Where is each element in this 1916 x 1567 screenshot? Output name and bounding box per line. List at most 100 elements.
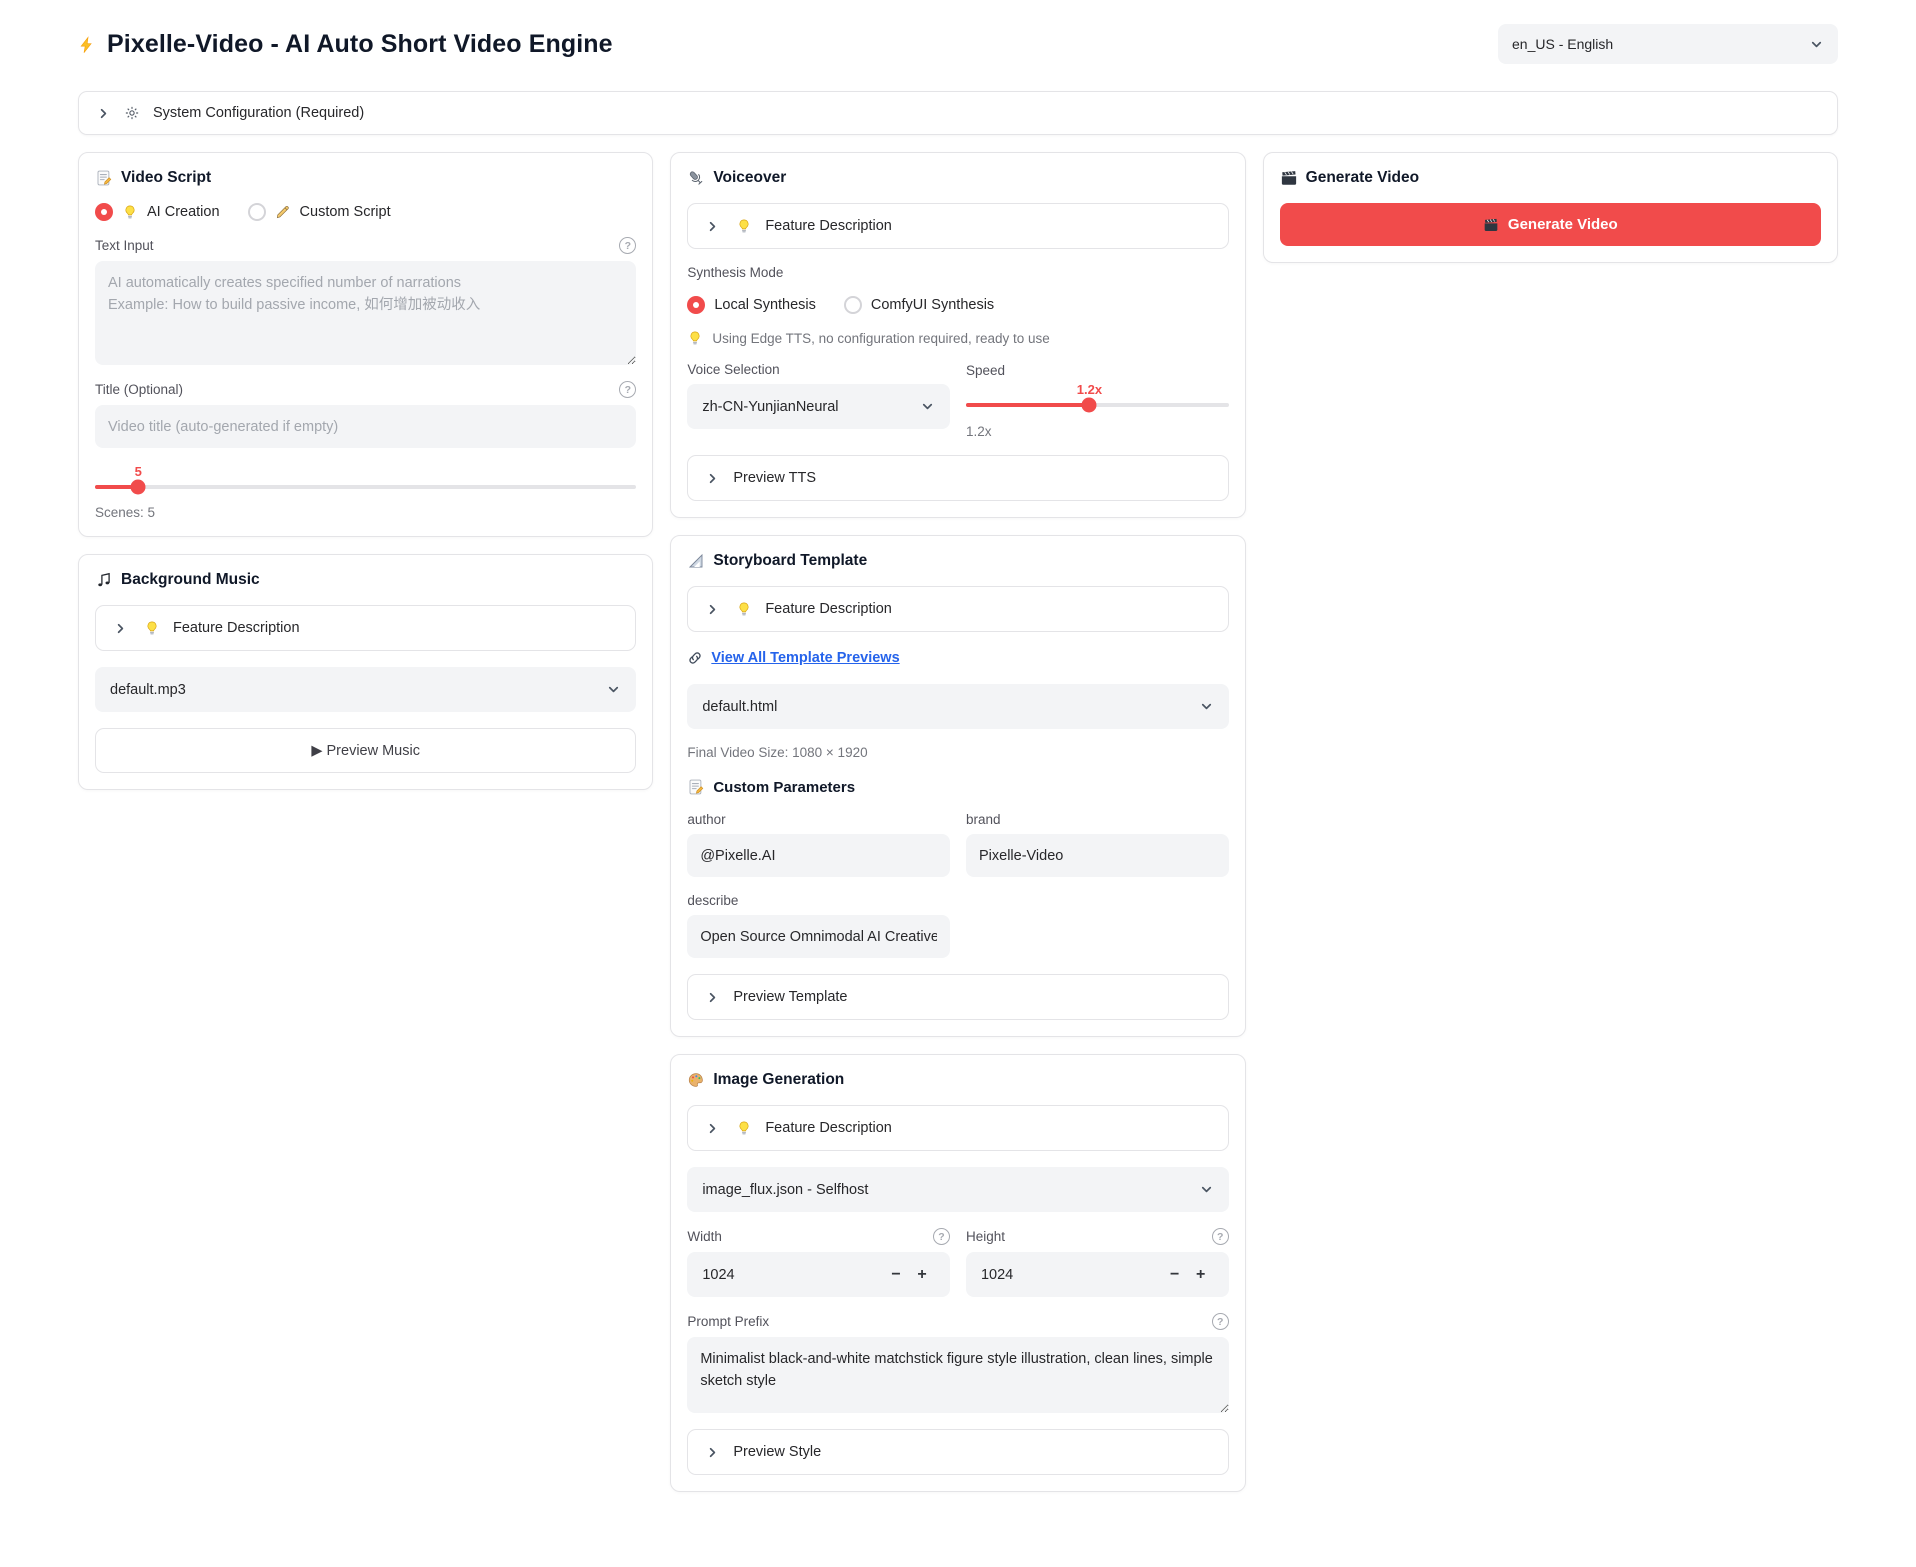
chevron-down-icon (1199, 1182, 1214, 1197)
radio-ai-creation[interactable]: AI Creation (95, 203, 220, 221)
language-select[interactable]: en_US - English (1498, 24, 1838, 64)
speed-field: Speed 1.2x 1.2x (966, 362, 1229, 439)
edge-tts-hint-text: Using Edge TTS, no configuration require… (712, 331, 1049, 346)
scenes-slider-track[interactable] (95, 485, 636, 489)
help-icon[interactable] (1212, 1313, 1229, 1330)
custom-parameters-heading: Custom Parameters (687, 778, 1228, 796)
describe-input[interactable] (687, 915, 950, 958)
image-generation-card: Image Generation Feature Description ima… (670, 1054, 1245, 1492)
radio-unselected-dot[interactable] (844, 296, 862, 314)
width-value[interactable]: 1024 (702, 1267, 883, 1283)
voice-select[interactable]: zh-CN-YunjianNeural (687, 384, 950, 429)
brand-field: brand (966, 812, 1229, 877)
chevron-right-icon (96, 106, 111, 121)
prompt-prefix-textarea[interactable]: Minimalist black-and-white matchstick fi… (687, 1337, 1228, 1413)
music-feature-description-accordion[interactable]: Feature Description (95, 605, 636, 651)
bulb-icon (122, 204, 138, 220)
help-icon[interactable] (933, 1228, 950, 1245)
decrement-icon[interactable]: − (1162, 1266, 1188, 1284)
help-icon[interactable] (1212, 1228, 1229, 1245)
language-select-value: en_US - English (1512, 36, 1613, 52)
help-icon[interactable] (619, 237, 636, 254)
chevron-down-icon (1199, 699, 1214, 714)
title-optional-field: Title (Optional) (95, 381, 636, 448)
speed-slider-handle[interactable] (1082, 398, 1097, 413)
image-workflow-select-value: image_flux.json - Selfhost (702, 1182, 868, 1198)
author-label: author (687, 812, 950, 827)
generate-video-title-row: Generate Video (1280, 169, 1821, 187)
view-all-template-previews-link[interactable]: View All Template Previews (711, 650, 899, 666)
image-workflow-select[interactable]: image_flux.json - Selfhost (687, 1167, 1228, 1212)
preview-tts-accordion[interactable]: Preview TTS (687, 455, 1228, 501)
edge-tts-hint: Using Edge TTS, no configuration require… (687, 330, 1228, 346)
video-title-input[interactable] (95, 405, 636, 448)
music-select[interactable]: default.mp3 (95, 667, 636, 712)
generate-video-button[interactable]: Generate Video (1280, 203, 1821, 246)
radio-unselected-dot[interactable] (248, 203, 266, 221)
memo-icon (95, 169, 113, 187)
system-configuration-accordion[interactable]: System Configuration (Required) (78, 91, 1838, 135)
main-grid: Video Script AI Creation Custom Script (78, 152, 1838, 1492)
preview-template-accordion[interactable]: Preview Template (687, 974, 1228, 1020)
chevron-right-icon (705, 602, 720, 617)
preview-music-button-label: ▶ Preview Music (311, 743, 420, 759)
preview-tts-label: Preview TTS (733, 470, 816, 486)
clapper-board-icon (1280, 169, 1298, 187)
width-height-row: Width 1024 − + Height (687, 1228, 1228, 1297)
help-icon[interactable] (619, 381, 636, 398)
preview-style-label: Preview Style (733, 1444, 821, 1460)
describe-field: describe (687, 893, 950, 958)
brand-label: brand (966, 812, 1229, 827)
voiceover-title: Voiceover (713, 169, 786, 187)
preview-style-accordion[interactable]: Preview Style (687, 1429, 1228, 1475)
width-label: Width (687, 1229, 722, 1244)
synthesis-mode-radio-group: Local Synthesis ComfyUI Synthesis (687, 296, 1228, 314)
brand-input[interactable] (966, 834, 1229, 877)
microphone-icon (687, 169, 705, 187)
radio-custom-script-label: Custom Script (300, 204, 391, 220)
music-note-icon (95, 571, 113, 589)
speed-slider-track[interactable] (966, 403, 1229, 407)
speed-slider[interactable]: 1.2x (966, 382, 1229, 407)
video-script-card: Video Script AI Creation Custom Script (78, 152, 653, 537)
radio-custom-script[interactable]: Custom Script (248, 203, 391, 221)
system-configuration-label: System Configuration (Required) (153, 105, 364, 121)
title-wrap: Pixelle-Video - AI Auto Short Video Engi… (78, 30, 613, 59)
page-title: Pixelle-Video - AI Auto Short Video Engi… (107, 30, 613, 59)
voiceover-feature-description-accordion[interactable]: Feature Description (687, 203, 1228, 249)
height-value[interactable]: 1024 (981, 1267, 1162, 1283)
preview-template-label: Preview Template (733, 989, 847, 1005)
speed-slider-value: 1.2x (1077, 382, 1102, 397)
memo-icon (687, 778, 705, 796)
template-select[interactable]: default.html (687, 684, 1228, 729)
text-input-textarea[interactable] (95, 261, 636, 365)
chevron-down-icon (920, 399, 935, 414)
width-field: Width 1024 − + (687, 1228, 950, 1297)
app-header: Pixelle-Video - AI Auto Short Video Engi… (78, 24, 1838, 64)
storyboard-feature-description-accordion[interactable]: Feature Description (687, 586, 1228, 632)
generate-video-title: Generate Video (1306, 169, 1419, 187)
radio-comfyui-synthesis[interactable]: ComfyUI Synthesis (844, 296, 994, 314)
decrement-icon[interactable]: − (883, 1266, 909, 1284)
generate-video-card: Generate Video Generate Video (1263, 152, 1838, 263)
radio-selected-dot[interactable] (95, 203, 113, 221)
voiceover-title-row: Voiceover (687, 169, 1228, 187)
voiceover-feature-description-label: Feature Description (765, 218, 892, 234)
scenes-slider-handle[interactable] (131, 480, 146, 495)
chevron-right-icon (705, 1445, 720, 1460)
radio-local-synthesis[interactable]: Local Synthesis (687, 296, 816, 314)
radio-selected-dot[interactable] (687, 296, 705, 314)
preview-music-button[interactable]: ▶ Preview Music (95, 728, 636, 773)
chevron-down-icon (606, 682, 621, 697)
music-select-value: default.mp3 (110, 682, 186, 698)
left-column: Video Script AI Creation Custom Script (78, 152, 653, 790)
author-input[interactable] (687, 834, 950, 877)
chevron-right-icon (113, 621, 128, 636)
increment-icon[interactable]: + (1188, 1266, 1214, 1284)
chevron-right-icon (705, 471, 720, 486)
synthesis-mode-label: Synthesis Mode (687, 265, 1228, 280)
scenes-caption: Scenes: 5 (95, 505, 636, 520)
scenes-slider[interactable]: 5 (95, 464, 636, 489)
image-feature-description-accordion[interactable]: Feature Description (687, 1105, 1228, 1151)
increment-icon[interactable]: + (909, 1266, 935, 1284)
